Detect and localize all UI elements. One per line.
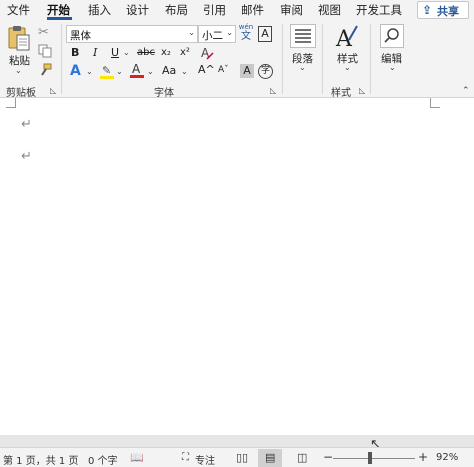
status-bar: 第 1 页，共 1 页 0 个字 📖 ⛶ 专注 ▯▯ ▤ ◫ − + 92% (0, 447, 474, 467)
grow-font-button[interactable]: A^ (198, 63, 215, 77)
clipboard-group-label: 剪贴板 (6, 88, 36, 99)
chevron-down-icon[interactable]: ⌄ (147, 67, 154, 76)
tab-view[interactable]: 视图 (318, 2, 341, 18)
zoom-slider-track[interactable] (333, 458, 415, 459)
tab-references[interactable]: 引用 (203, 2, 226, 18)
styles-icon: A (335, 25, 358, 52)
tab-insert[interactable]: 插入 (88, 2, 111, 18)
page-count[interactable]: 第 1 页，共 1 页 (3, 452, 78, 467)
underline-button[interactable]: U (111, 46, 119, 60)
search-icon (384, 28, 399, 43)
enclose-char-button[interactable]: 字 (258, 64, 273, 79)
separator (370, 24, 371, 94)
collapse-ribbon-icon[interactable]: ⌃ (462, 86, 470, 96)
tab-developer[interactable]: 开发工具 (356, 2, 402, 18)
tab-home[interactable]: 开始 (47, 2, 70, 18)
margin-corner-right (430, 98, 440, 108)
font-size-value: 小二 (202, 30, 223, 42)
font-group-label: 字体 (154, 88, 174, 99)
proofing-icon[interactable]: 📖 (130, 451, 144, 464)
editing-button[interactable] (380, 24, 404, 48)
subscript-button[interactable]: x₂ (161, 46, 171, 60)
character-shading-button[interactable]: A (240, 64, 254, 78)
tab-review[interactable]: 审阅 (280, 2, 303, 18)
tab-layout[interactable]: 布局 (165, 2, 188, 18)
tab-mailings[interactable]: 邮件 (241, 2, 264, 18)
paragraph-mark[interactable]: ↵ (21, 117, 32, 132)
highlight-button[interactable]: ✎ (100, 64, 114, 79)
change-case-button[interactable]: Aa (162, 64, 176, 78)
tab-design[interactable]: 设计 (126, 2, 149, 18)
phonetic-guide-button[interactable]: wén 文 (238, 23, 254, 45)
paragraph-button[interactable] (290, 24, 316, 48)
font-color-button[interactable]: A (130, 62, 144, 78)
format-painter-icon[interactable] (38, 63, 52, 77)
styles-button[interactable]: A (335, 24, 359, 52)
zoom-in-button[interactable]: + (418, 450, 428, 464)
focus-icon[interactable]: ⛶ (182, 452, 189, 463)
zoom-level[interactable]: 92% (436, 452, 458, 463)
zoom-slider-thumb[interactable] (368, 452, 372, 464)
web-layout-icon[interactable]: ◫ (297, 451, 307, 464)
bold-button[interactable]: B (71, 46, 79, 60)
text-effects-button[interactable]: A (70, 64, 81, 78)
chevron-down-icon[interactable]: ⌄ (123, 48, 130, 57)
chevron-down-icon: ⌄ (188, 28, 195, 37)
document-bottom-gap (0, 435, 474, 447)
styles-group-label: 样式 (331, 88, 351, 99)
chevron-down-icon[interactable]: ⌄ (86, 67, 93, 76)
font-launcher-icon[interactable]: ◺ (270, 86, 276, 95)
chevron-down-icon: ⌄ (226, 28, 233, 37)
font-color-swatch (130, 75, 144, 78)
chevron-down-icon[interactable]: ⌄ (299, 63, 306, 72)
paste-dropdown-icon[interactable]: ⌄ (15, 66, 22, 75)
word-count[interactable]: 0 个字 (88, 452, 118, 467)
paragraph-icon (295, 29, 311, 43)
clipboard-launcher-icon[interactable]: ◺ (50, 86, 56, 95)
strikethrough-button[interactable]: abc (137, 46, 155, 60)
chevron-down-icon[interactable]: ⌄ (344, 63, 351, 72)
separator (282, 24, 283, 94)
font-color-letter: A (132, 62, 141, 76)
highlight-color-swatch (100, 76, 114, 79)
font-name-value: 黑体 (70, 30, 91, 42)
separator (322, 24, 323, 94)
focus-label[interactable]: 专注 (195, 452, 215, 467)
clear-format-icon[interactable]: A (200, 45, 214, 61)
print-layout-icon[interactable]: ▤ (265, 451, 275, 464)
copy-icon[interactable] (38, 44, 52, 58)
font-name-select[interactable]: 黑体 ⌄ (66, 25, 198, 43)
phonetic-bottom: 文 (241, 31, 251, 42)
chevron-down-icon[interactable]: ⌄ (181, 67, 188, 76)
document-canvas[interactable] (0, 98, 474, 435)
shrink-font-button[interactable]: Aˇ (218, 63, 229, 77)
chevron-down-icon[interactable]: ⌄ (389, 63, 396, 72)
zoom-out-button[interactable]: − (323, 450, 333, 464)
share-icon: ⇪ (422, 3, 433, 17)
share-label: 共享 (437, 5, 459, 18)
read-mode-icon[interactable]: ▯▯ (236, 451, 248, 464)
cut-icon[interactable]: ✂ (38, 25, 49, 40)
char-border-button[interactable]: A (258, 26, 272, 42)
phonetic-top: wén (238, 23, 254, 31)
menu-bar: 文件 开始 插入 设计 布局 引用 邮件 审阅 视图 开发工具 ⇪ 共享 (0, 0, 474, 20)
styles-launcher-icon[interactable]: ◺ (359, 86, 365, 95)
paste-icon (8, 26, 30, 51)
font-size-select[interactable]: 小二 ⌄ (198, 25, 236, 43)
chevron-down-icon[interactable]: ⌄ (116, 67, 123, 76)
paragraph-mark[interactable]: ↵ (21, 149, 32, 164)
share-button[interactable]: ⇪ 共享 (417, 1, 469, 19)
italic-button[interactable]: I (93, 46, 97, 60)
separator (61, 24, 62, 94)
margin-corner-left (6, 98, 16, 108)
tab-file[interactable]: 文件 (7, 2, 30, 18)
superscript-button[interactable]: x² (180, 46, 190, 60)
